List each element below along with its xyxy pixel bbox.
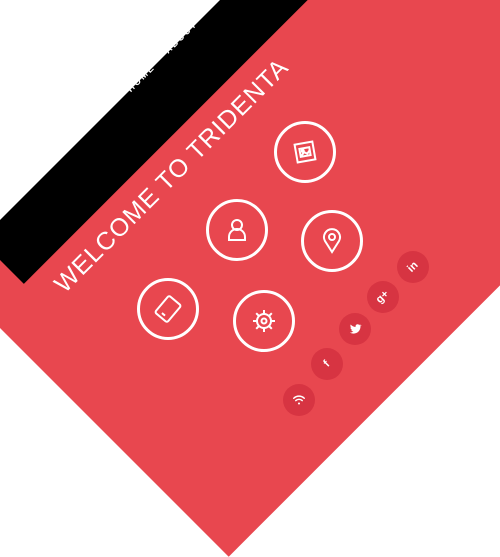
gallery-icon bbox=[293, 140, 317, 164]
tablet-button[interactable] bbox=[137, 278, 199, 340]
google-plus-icon: g+ bbox=[374, 288, 392, 306]
facebook-icon: f bbox=[321, 358, 333, 370]
rss-icon bbox=[293, 395, 305, 405]
linkedin-button[interactable]: in bbox=[397, 251, 429, 283]
gear-icon bbox=[253, 310, 275, 332]
user-icon bbox=[228, 219, 246, 241]
location-pin-icon bbox=[323, 228, 341, 254]
twitter-button[interactable] bbox=[339, 313, 371, 345]
profile-button[interactable] bbox=[206, 199, 268, 261]
gallery-button[interactable] bbox=[274, 121, 336, 183]
linkedin-icon: in bbox=[405, 259, 421, 275]
settings-button[interactable] bbox=[233, 290, 295, 352]
twitter-icon bbox=[349, 324, 362, 334]
tablet-icon bbox=[154, 295, 182, 323]
location-button[interactable] bbox=[301, 210, 363, 272]
google-plus-button[interactable]: g+ bbox=[367, 281, 399, 313]
facebook-button[interactable]: f bbox=[311, 348, 343, 380]
page-canvas: HOME ABOUT O WELCOME TO TRIDENTA in g+ f bbox=[0, 0, 500, 557]
rss-button[interactable] bbox=[283, 384, 315, 416]
